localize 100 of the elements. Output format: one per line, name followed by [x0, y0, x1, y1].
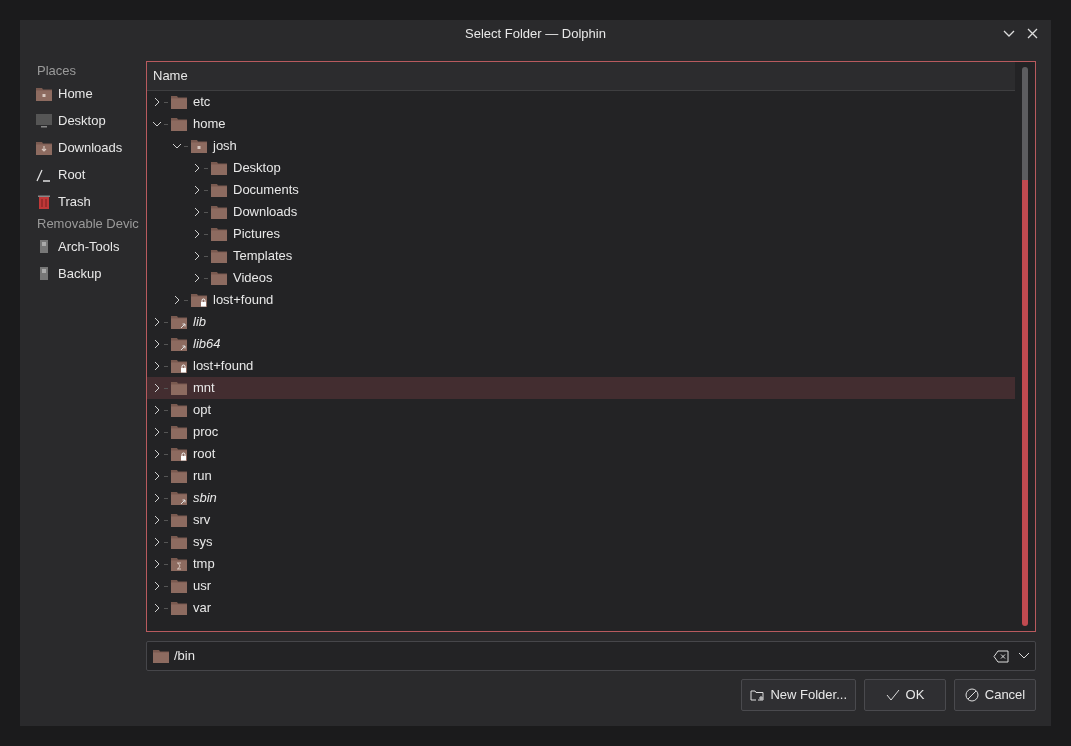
tree-row[interactable]: opt [147, 399, 1015, 421]
folder-name: mnt [193, 379, 215, 398]
download-folder-icon [36, 140, 52, 155]
tree-row[interactable]: root [147, 443, 1015, 465]
tree-row[interactable]: tmp [147, 553, 1015, 575]
folder-name: run [193, 467, 212, 486]
tree-row[interactable]: usr [147, 575, 1015, 597]
folder-name: usr [193, 577, 212, 596]
folder-name: sys [193, 533, 213, 552]
folder-name: var [193, 599, 212, 618]
monitor-icon [36, 113, 52, 128]
folder-icon [211, 205, 227, 219]
chevron-right-icon[interactable] [153, 361, 161, 371]
chevron-right-icon[interactable] [153, 493, 161, 503]
chevron-right-icon[interactable] [193, 185, 201, 195]
chevron-down-icon[interactable] [173, 141, 181, 151]
tree-row[interactable]: lost+found [147, 355, 1015, 377]
tree-row[interactable]: etc [147, 91, 1015, 113]
folder-icon [171, 535, 187, 549]
place-item[interactable]: Home [36, 80, 146, 107]
folder-name: Desktop [233, 159, 281, 178]
clear-icon[interactable] [993, 649, 1009, 663]
chevron-right-icon[interactable] [193, 229, 201, 239]
temp-folder-icon [171, 557, 187, 571]
minimize-chevron-icon[interactable] [1003, 30, 1015, 38]
folder-icon [211, 161, 227, 175]
chevron-right-icon[interactable] [173, 295, 181, 305]
folder-icon [211, 227, 227, 241]
tree-row[interactable]: home [147, 113, 1015, 135]
chevron-right-icon[interactable] [153, 471, 161, 481]
tree-row[interactable]: srv [147, 509, 1015, 531]
tree-row[interactable]: Pictures [147, 223, 1015, 245]
chevron-right-icon[interactable] [153, 383, 161, 393]
chevron-right-icon[interactable] [153, 581, 161, 591]
chevron-right-icon[interactable] [153, 339, 161, 349]
tree-row[interactable]: Templates [147, 245, 1015, 267]
folder-name: josh [213, 137, 237, 156]
cancel-button[interactable]: Cancel [954, 679, 1036, 711]
tree-row[interactable]: sbin [147, 487, 1015, 509]
folder-name: home [193, 115, 226, 134]
place-item[interactable]: Root [36, 161, 146, 188]
home-folder-icon [36, 86, 52, 101]
chevron-right-icon[interactable] [153, 603, 161, 613]
folder-name: lost+found [213, 291, 274, 310]
tree-row[interactable]: run [147, 465, 1015, 487]
chevron-right-icon[interactable] [153, 317, 161, 327]
tree-row[interactable]: proc [147, 421, 1015, 443]
folder-name: opt [193, 401, 212, 420]
section-heading: Removable Devic [37, 215, 140, 233]
folder-icon [171, 403, 187, 417]
folder-name: Templates [233, 247, 293, 266]
ok-button[interactable]: OK [864, 679, 946, 711]
tree-row[interactable]: sys [147, 531, 1015, 553]
folder-icon [211, 183, 227, 197]
place-item[interactable]: Trash [36, 188, 146, 215]
dropdown-chevron-icon[interactable] [1018, 652, 1030, 660]
folder-icon [171, 469, 187, 483]
place-item[interactable]: Desktop [36, 107, 146, 134]
chevron-right-icon[interactable] [193, 273, 201, 283]
chevron-right-icon[interactable] [153, 537, 161, 547]
tree-row[interactable]: josh [147, 135, 1015, 157]
folder-name: Documents [233, 181, 299, 200]
folder-name: lib64 [193, 335, 221, 354]
folder-icon [171, 601, 187, 615]
chevron-right-icon[interactable] [193, 251, 201, 261]
folder-icon [171, 381, 187, 395]
folder-icon [211, 271, 227, 285]
folder-name: lost+found [193, 357, 254, 376]
new-folder-button[interactable]: New Folder... [741, 679, 856, 711]
chevron-right-icon[interactable] [153, 559, 161, 569]
tree-row[interactable]: lib64 [147, 333, 1015, 355]
place-item[interactable]: Downloads [36, 134, 146, 161]
place-item[interactable]: Arch-Tools [36, 233, 146, 260]
locked-folder-icon [191, 293, 207, 307]
tree-row[interactable]: var [147, 597, 1015, 619]
chevron-right-icon[interactable] [153, 449, 161, 459]
tree-row[interactable]: Videos [147, 267, 1015, 289]
chevron-right-icon[interactable] [153, 427, 161, 437]
tree-row[interactable]: lib [147, 311, 1015, 333]
column-header[interactable]: Name [147, 62, 1015, 91]
checkmark-icon [885, 689, 900, 701]
tree-row[interactable]: Documents [147, 179, 1015, 201]
tree-row[interactable]: Downloads [147, 201, 1015, 223]
section-heading: Places [37, 62, 78, 80]
folder-name: Videos [233, 269, 273, 288]
chevron-down-icon[interactable] [153, 119, 161, 129]
chevron-right-icon[interactable] [153, 405, 161, 415]
folder-name: proc [193, 423, 219, 442]
tree-row[interactable]: lost+found [147, 289, 1015, 311]
new-folder-icon [750, 688, 765, 702]
tree-row[interactable]: Desktop [147, 157, 1015, 179]
chevron-right-icon[interactable] [153, 97, 161, 107]
tree-row[interactable]: mnt [147, 377, 1015, 399]
chevron-right-icon[interactable] [193, 163, 201, 173]
close-icon[interactable] [1027, 28, 1038, 39]
chevron-right-icon[interactable] [153, 515, 161, 525]
path-field[interactable]: /bin [146, 641, 1036, 671]
place-item[interactable]: Backup [36, 260, 146, 287]
folder-name: tmp [193, 555, 215, 574]
chevron-right-icon[interactable] [193, 207, 201, 217]
